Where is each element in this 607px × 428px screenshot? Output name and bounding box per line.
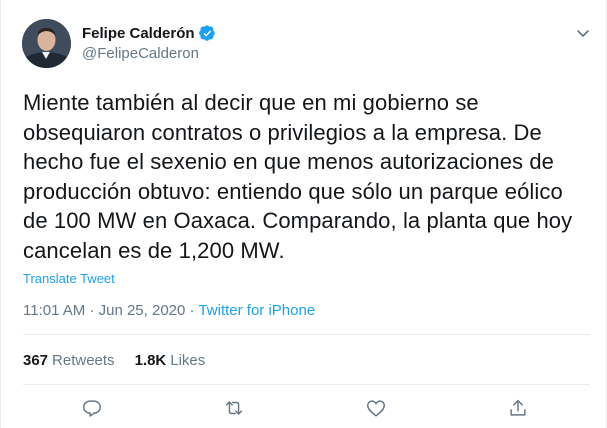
retweets-stat[interactable]: 367 Retweets [23,352,115,369]
meta-separator: · [189,302,195,319]
divider [23,384,590,385]
reply-icon[interactable] [81,397,103,419]
divider [23,334,590,335]
tweet-card: Felipe Calderón @FelipeCalderon Miente t… [0,0,607,428]
tweet-meta: 11:01 AM · Jun 25, 2020 · Twitter for iP… [23,302,315,319]
verified-badge-icon [198,25,216,42]
retweet-icon[interactable] [223,397,245,419]
likes-label: Likes [170,352,206,369]
tweet-text: Miente también al decir que en mi gobier… [23,90,573,263]
tweet-source-link[interactable]: Twitter for iPhone [198,302,315,319]
avatar-image [22,19,71,68]
avatar[interactable] [22,19,71,68]
author-handle[interactable]: @FelipeCalderon [82,45,199,62]
likes-count: 1.8K [134,352,167,369]
display-name[interactable]: Felipe Calderón [82,25,195,42]
tweet-time[interactable]: 11:01 AM [23,302,85,319]
retweets-label: Retweets [52,352,115,369]
meta-separator: · [89,302,95,319]
action-bar [1,397,607,425]
chevron-down-icon[interactable] [576,26,590,40]
heart-icon[interactable] [365,397,387,419]
tweet-stats: 367 Retweets 1.8K Likes [23,352,225,369]
share-icon[interactable] [507,397,529,419]
tweet-date[interactable]: Jun 25, 2020 [99,302,186,319]
translate-tweet-link[interactable]: Translate Tweet [23,271,115,286]
author-name-row[interactable]: Felipe Calderón [82,25,216,42]
likes-stat[interactable]: 1.8K Likes [135,352,206,369]
retweets-count: 367 [23,352,49,369]
